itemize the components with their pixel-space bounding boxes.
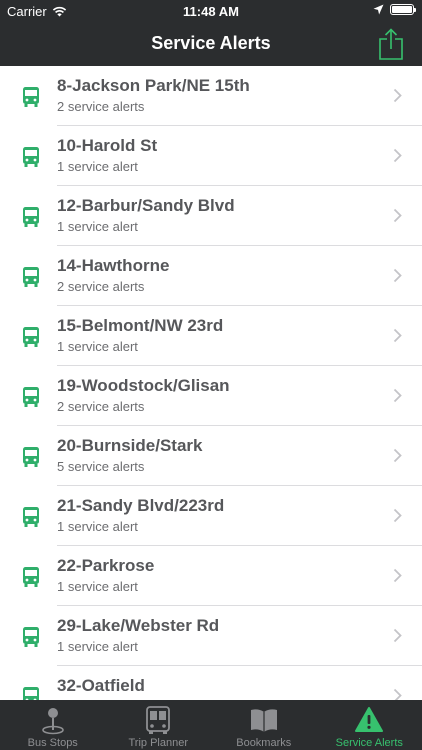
book-icon [250, 709, 277, 732]
route-name: 15-Belmont/NW 23rd [57, 316, 224, 335]
list-item[interactable]: 29-Lake/Webster Rd 1 service alert [0, 606, 422, 666]
chevron-right-icon [393, 328, 402, 343]
chevron-right-icon [393, 688, 402, 700]
warning-icon [355, 707, 384, 732]
bus-icon [23, 567, 39, 587]
tab-trip-planner[interactable]: Trip Planner [106, 700, 212, 750]
share-button[interactable] [378, 28, 404, 60]
bus-front-icon [146, 706, 171, 734]
list-item[interactable]: 12-Barbur/Sandy Blvd 1 service alert [0, 186, 422, 246]
bus-icon [23, 687, 39, 700]
status-bar: Carrier 11:48 AM [0, 0, 422, 22]
alert-count: 2 service alerts [57, 279, 145, 294]
route-name: 8-Jackson Park/NE 15th [57, 76, 250, 95]
chevron-right-icon [393, 208, 402, 223]
tab-bookmarks[interactable]: Bookmarks [211, 700, 317, 750]
share-icon [379, 28, 403, 60]
list-item[interactable]: 19-Woodstock/Glisan 2 service alerts [0, 366, 422, 426]
tab-label: Trip Planner [128, 737, 188, 749]
tab-bar: Bus Stops Trip Planner Bookmarks Service… [0, 700, 422, 750]
bus-icon [23, 147, 39, 167]
service-alerts-list[interactable]: 8-Jackson Park/NE 15th 2 service alerts 10… [0, 66, 422, 700]
route-name: 21-Sandy Blvd/223rd [57, 496, 225, 515]
route-name: 29-Lake/Webster Rd [57, 616, 220, 635]
tab-label: Service Alerts [335, 737, 403, 749]
bus-icon [23, 387, 39, 407]
chevron-right-icon [393, 628, 402, 643]
chevron-right-icon [393, 388, 402, 403]
tab-service-alerts[interactable]: Service Alerts [317, 700, 422, 750]
route-name: 10-Harold St [57, 136, 158, 155]
bus-icon [23, 627, 39, 647]
chevron-right-icon [393, 148, 402, 163]
chevron-right-icon [393, 88, 402, 103]
alert-count: 1 service alert [57, 219, 138, 234]
list-item[interactable]: 21-Sandy Blvd/223rd 1 service alert [0, 486, 422, 546]
alert-count: 5 service alerts [57, 459, 145, 474]
alert-count: 1 service alert [57, 339, 138, 354]
status-time: 11:48 AM [183, 4, 239, 19]
bus-icon [23, 207, 39, 227]
alert-count: 2 service alerts [57, 99, 145, 114]
alert-count: 1 service alert [57, 639, 138, 654]
route-name: 22-Parkrose [57, 556, 155, 575]
alert-count: 1 service alert [57, 159, 138, 174]
route-name: 14-Hawthorne [57, 256, 170, 275]
alert-count: 1 service alert [57, 579, 138, 594]
route-name: 19-Woodstock/Glisan [57, 376, 230, 395]
tab-label: Bookmarks [236, 737, 292, 749]
route-name: 32-Oatfield [57, 676, 145, 695]
chevron-right-icon [393, 508, 402, 523]
page-title: Service Alerts [151, 33, 271, 53]
map-pin-icon [41, 708, 64, 735]
bus-icon [23, 327, 39, 347]
list-item[interactable]: 22-Parkrose 1 service alert [0, 546, 422, 606]
list-item[interactable]: 10-Harold St 1 service alert [0, 126, 422, 186]
route-name: 12-Barbur/Sandy Blvd [57, 196, 235, 215]
location-arrow-icon [373, 4, 384, 15]
bus-icon [23, 507, 39, 527]
route-name: 20-Burnside/Stark [57, 436, 203, 455]
status-right [373, 4, 416, 15]
battery-icon [390, 4, 416, 15]
list-item[interactable]: 20-Burnside/Stark 5 service alerts [0, 426, 422, 486]
list-item[interactable]: 32-Oatfield [0, 666, 422, 700]
list-item[interactable]: 8-Jackson Park/NE 15th 2 service alerts [0, 66, 422, 126]
chevron-right-icon [393, 448, 402, 463]
chevron-right-icon [393, 568, 402, 583]
list-item[interactable]: 14-Hawthorne 2 service alerts [0, 246, 422, 306]
navigation-header: Carrier 11:48 AM Service Alerts [0, 0, 422, 66]
list-item[interactable]: 15-Belmont/NW 23rd 1 service alert [0, 306, 422, 366]
chevron-right-icon [393, 268, 402, 283]
tab-bus-stops[interactable]: Bus Stops [0, 700, 106, 750]
alert-count: 1 service alert [57, 519, 138, 534]
bus-icon [23, 267, 39, 287]
tab-label: Bus Stops [27, 737, 78, 749]
alert-count: 2 service alerts [57, 399, 145, 414]
bus-icon [23, 87, 39, 107]
bus-icon [23, 447, 39, 467]
